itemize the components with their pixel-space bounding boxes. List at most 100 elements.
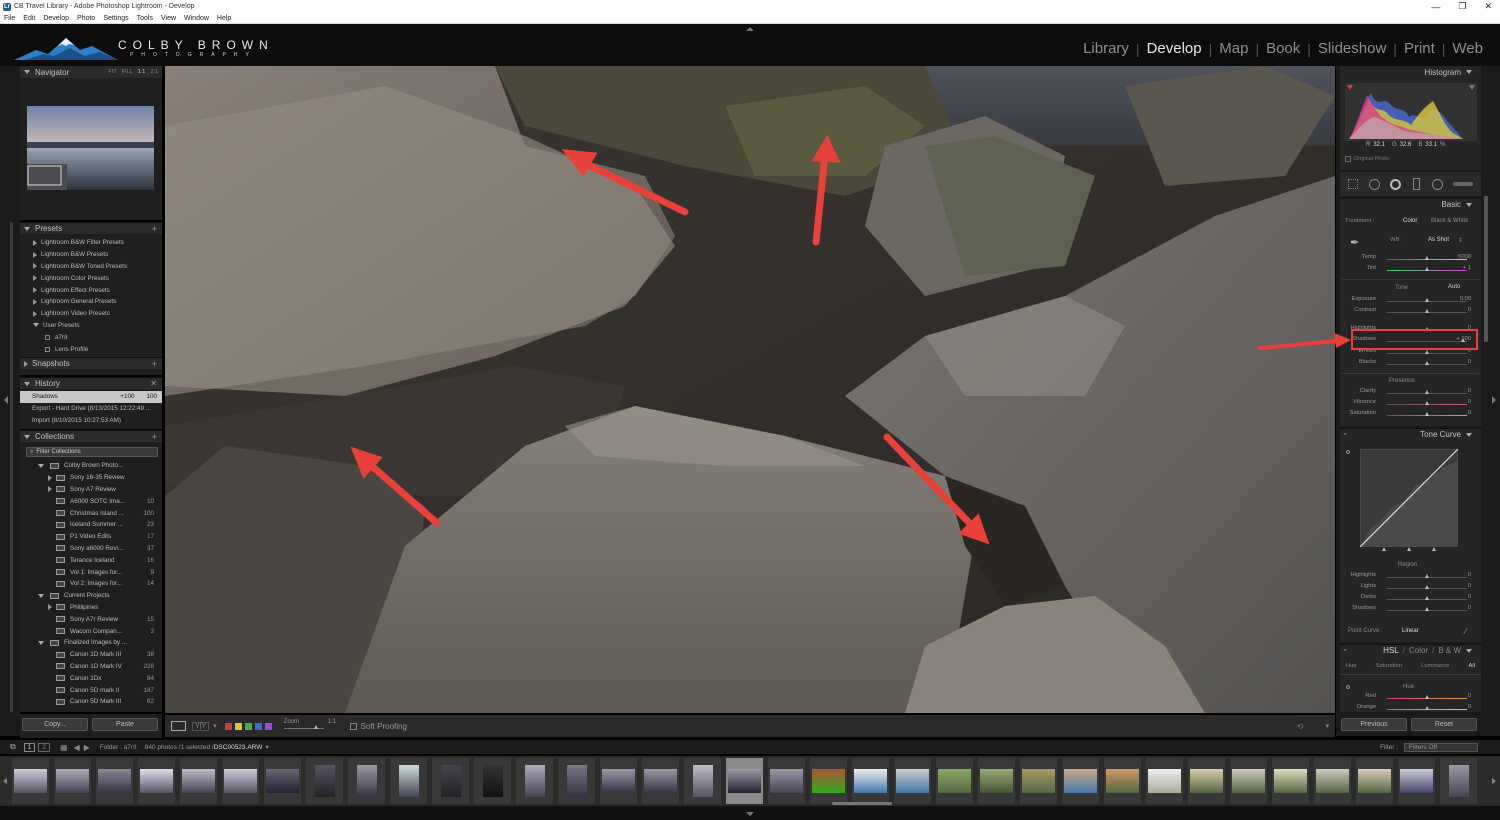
hsl-hue-tab[interactable]: Hue bbox=[1346, 663, 1357, 673]
collection-item[interactable]: Vol 2: Images for... 14 bbox=[20, 578, 162, 590]
filmstrip-thumbnail[interactable] bbox=[978, 758, 1015, 804]
filmstrip-thumbnail[interactable] bbox=[390, 758, 427, 804]
paste-button[interactable]: Paste bbox=[92, 718, 158, 731]
soft-proofing-checkbox[interactable] bbox=[349, 722, 357, 730]
filmstrip-thumbnail[interactable] bbox=[1398, 758, 1435, 804]
selected-file-name[interactable]: DSC00523.ARW bbox=[214, 744, 263, 751]
menu-file[interactable]: File bbox=[4, 15, 15, 22]
top-panel-toggle-icon[interactable] bbox=[746, 27, 754, 31]
secondary-display-icon[interactable]: ⧉ bbox=[10, 742, 16, 752]
collection-item[interactable]: Sony A7r Review 15 bbox=[20, 613, 162, 625]
color-label-flag[interactable] bbox=[234, 722, 242, 730]
toolbar-menu-icon[interactable]: ▾ bbox=[1325, 722, 1329, 730]
history-header[interactable]: History ✕ bbox=[20, 377, 162, 389]
filmstrip-thumbnail[interactable] bbox=[642, 758, 679, 804]
collection-item[interactable]: Sony a6000 Revi... 37 bbox=[20, 543, 162, 555]
collection-item[interactable]: Christmas Island ... 100 bbox=[20, 507, 162, 519]
before-after-icon[interactable]: Y|Y bbox=[192, 721, 210, 731]
right-panel-toggle-icon[interactable] bbox=[1492, 396, 1496, 404]
history-step[interactable]: Import (8/10/2015 10:27:53 AM) bbox=[20, 415, 162, 427]
collections-header[interactable]: Collections + bbox=[20, 430, 162, 442]
collection-item[interactable]: Canon 1Dx 84 bbox=[20, 672, 162, 684]
menu-develop[interactable]: Develop bbox=[43, 15, 69, 22]
collection-item[interactable]: P1 Video Edits 17 bbox=[20, 531, 162, 543]
add-preset-icon[interactable]: + bbox=[152, 224, 162, 234]
preset-folder[interactable]: Lightroom General Presets bbox=[33, 296, 162, 308]
filter-collections-input[interactable]: ⌕ Filter Collections bbox=[26, 447, 158, 457]
slider-basic-presence-0[interactable]: Clarity 0 bbox=[1340, 388, 1481, 398]
previous-button[interactable]: Previous bbox=[1341, 718, 1407, 731]
history-step-selected[interactable]: Shadows +100 100 bbox=[20, 391, 162, 403]
filmstrip-thumbnail[interactable] bbox=[1272, 758, 1309, 804]
collection-item[interactable]: Terance Iceland 16 bbox=[20, 554, 162, 566]
forward-arrow-icon[interactable]: ▶ bbox=[84, 743, 90, 752]
basic-header[interactable]: Basic bbox=[1340, 198, 1481, 210]
wb-select[interactable]: As Shot bbox=[1428, 237, 1449, 243]
filmstrip-thumbnail[interactable] bbox=[1062, 758, 1099, 804]
bottom-panel-toggle-icon[interactable] bbox=[746, 812, 754, 816]
dropdown-icon[interactable]: ▾ bbox=[213, 722, 217, 730]
filmstrip-thumbnail[interactable] bbox=[810, 758, 847, 804]
hsl-tab[interactable]: HSL bbox=[1383, 646, 1399, 655]
filmstrip-thumbnail[interactable] bbox=[1440, 758, 1477, 804]
menu-window[interactable]: Window bbox=[184, 15, 209, 22]
tone-curve-header[interactable]: ▪ Tone Curve bbox=[1340, 428, 1481, 440]
grid-view-icon[interactable]: ▦ bbox=[60, 743, 68, 752]
color-label-flag[interactable] bbox=[254, 722, 262, 730]
targeted-adjustment-icon[interactable] bbox=[1346, 450, 1350, 454]
presets-header[interactable]: Presets + bbox=[20, 222, 162, 234]
preset-folder[interactable]: Lightroom B&W Filter Presets bbox=[33, 237, 162, 249]
filmstrip-thumbnail[interactable] bbox=[1356, 758, 1393, 804]
slider-tone_curve-regions-3[interactable]: Shadows 0 bbox=[1340, 605, 1481, 615]
collection-set[interactable]: Current Projects bbox=[20, 590, 162, 602]
navigator-preview[interactable] bbox=[27, 106, 154, 190]
history-step[interactable]: Export - Hard Drive (8/13/2015 12:22:49 … bbox=[20, 403, 162, 415]
collection-item[interactable]: Canon 5D mark II 187 bbox=[20, 684, 162, 696]
slider-hsl-rows-1[interactable]: Orange 0 bbox=[1340, 704, 1481, 712]
filmstrip-thumbnail[interactable] bbox=[1230, 758, 1267, 804]
filmstrip-thumbnail[interactable] bbox=[180, 758, 217, 804]
zoom-control[interactable]: Zoom 1:1 bbox=[283, 719, 344, 733]
slider-basic-sliders-1[interactable]: Contrast 0 bbox=[1340, 307, 1481, 317]
module-library[interactable]: Library bbox=[1076, 40, 1136, 57]
module-web[interactable]: Web bbox=[1445, 40, 1490, 57]
slider-basic-presence-2[interactable]: Saturation 0 bbox=[1340, 410, 1481, 420]
add-collection-icon[interactable]: + bbox=[152, 432, 162, 442]
filmstrip-thumbnail[interactable] bbox=[852, 758, 889, 804]
filmstrip-thumbnail[interactable] bbox=[432, 758, 469, 804]
preset-folder[interactable]: Lightroom Video Presets bbox=[33, 308, 162, 320]
filmstrip-thumbnail[interactable] bbox=[1188, 758, 1225, 804]
filmstrip-thumbnail[interactable] bbox=[306, 758, 343, 804]
edit-point-curve-icon[interactable]: ⁄ bbox=[1465, 627, 1466, 636]
copy-button[interactable]: Copy... bbox=[22, 718, 88, 731]
adjustment-brush-icon[interactable] bbox=[1453, 182, 1473, 186]
collection-item[interactable]: Sony 16-35 Review bbox=[20, 472, 162, 484]
zoom-slider-knob[interactable] bbox=[313, 725, 318, 729]
menu-tools[interactable]: Tools bbox=[137, 15, 153, 22]
panel-switch-icon[interactable]: ▪ bbox=[1344, 431, 1346, 438]
left-panel-toggle-icon[interactable] bbox=[4, 396, 8, 404]
filmstrip-thumbnail[interactable] bbox=[1314, 758, 1351, 804]
collection-item[interactable]: Canon 1D Mark IV 228 bbox=[20, 661, 162, 673]
module-print[interactable]: Print bbox=[1397, 40, 1442, 57]
filmstrip-thumbnail[interactable] bbox=[474, 758, 511, 804]
close-icon[interactable]: ✕ bbox=[1484, 1, 1492, 12]
slider-tone_curve-regions-2[interactable]: Darks 0 bbox=[1340, 594, 1481, 604]
preset-folder[interactable]: Lightroom Effect Presets bbox=[33, 284, 162, 296]
point-curve-select[interactable]: Linear bbox=[1402, 628, 1419, 634]
radial-filter-icon[interactable] bbox=[1432, 179, 1443, 190]
filmstrip-thumbnail[interactable] bbox=[138, 758, 175, 804]
treatment-bw[interactable]: Black & White bbox=[1431, 218, 1468, 224]
graduated-filter-icon[interactable] bbox=[1413, 178, 1420, 190]
redeye-icon[interactable] bbox=[1390, 179, 1401, 190]
navigator-header[interactable]: Navigator FIT FILL 1:1 2:1 bbox=[20, 66, 162, 78]
preset-item[interactable]: a7rII bbox=[33, 331, 162, 343]
slider-basic-sliders-0[interactable]: Exposure 0.00 bbox=[1340, 296, 1481, 306]
filmstrip-thumbnail[interactable] bbox=[54, 758, 91, 804]
color-label-flag[interactable] bbox=[224, 722, 232, 730]
color-tab[interactable]: Color bbox=[1409, 646, 1428, 655]
filmstrip-scrollbar[interactable] bbox=[832, 802, 892, 805]
color-label-flag[interactable] bbox=[244, 722, 252, 730]
collection-item[interactable]: Sony A7 Review bbox=[20, 484, 162, 496]
menu-edit[interactable]: Edit bbox=[23, 15, 35, 22]
